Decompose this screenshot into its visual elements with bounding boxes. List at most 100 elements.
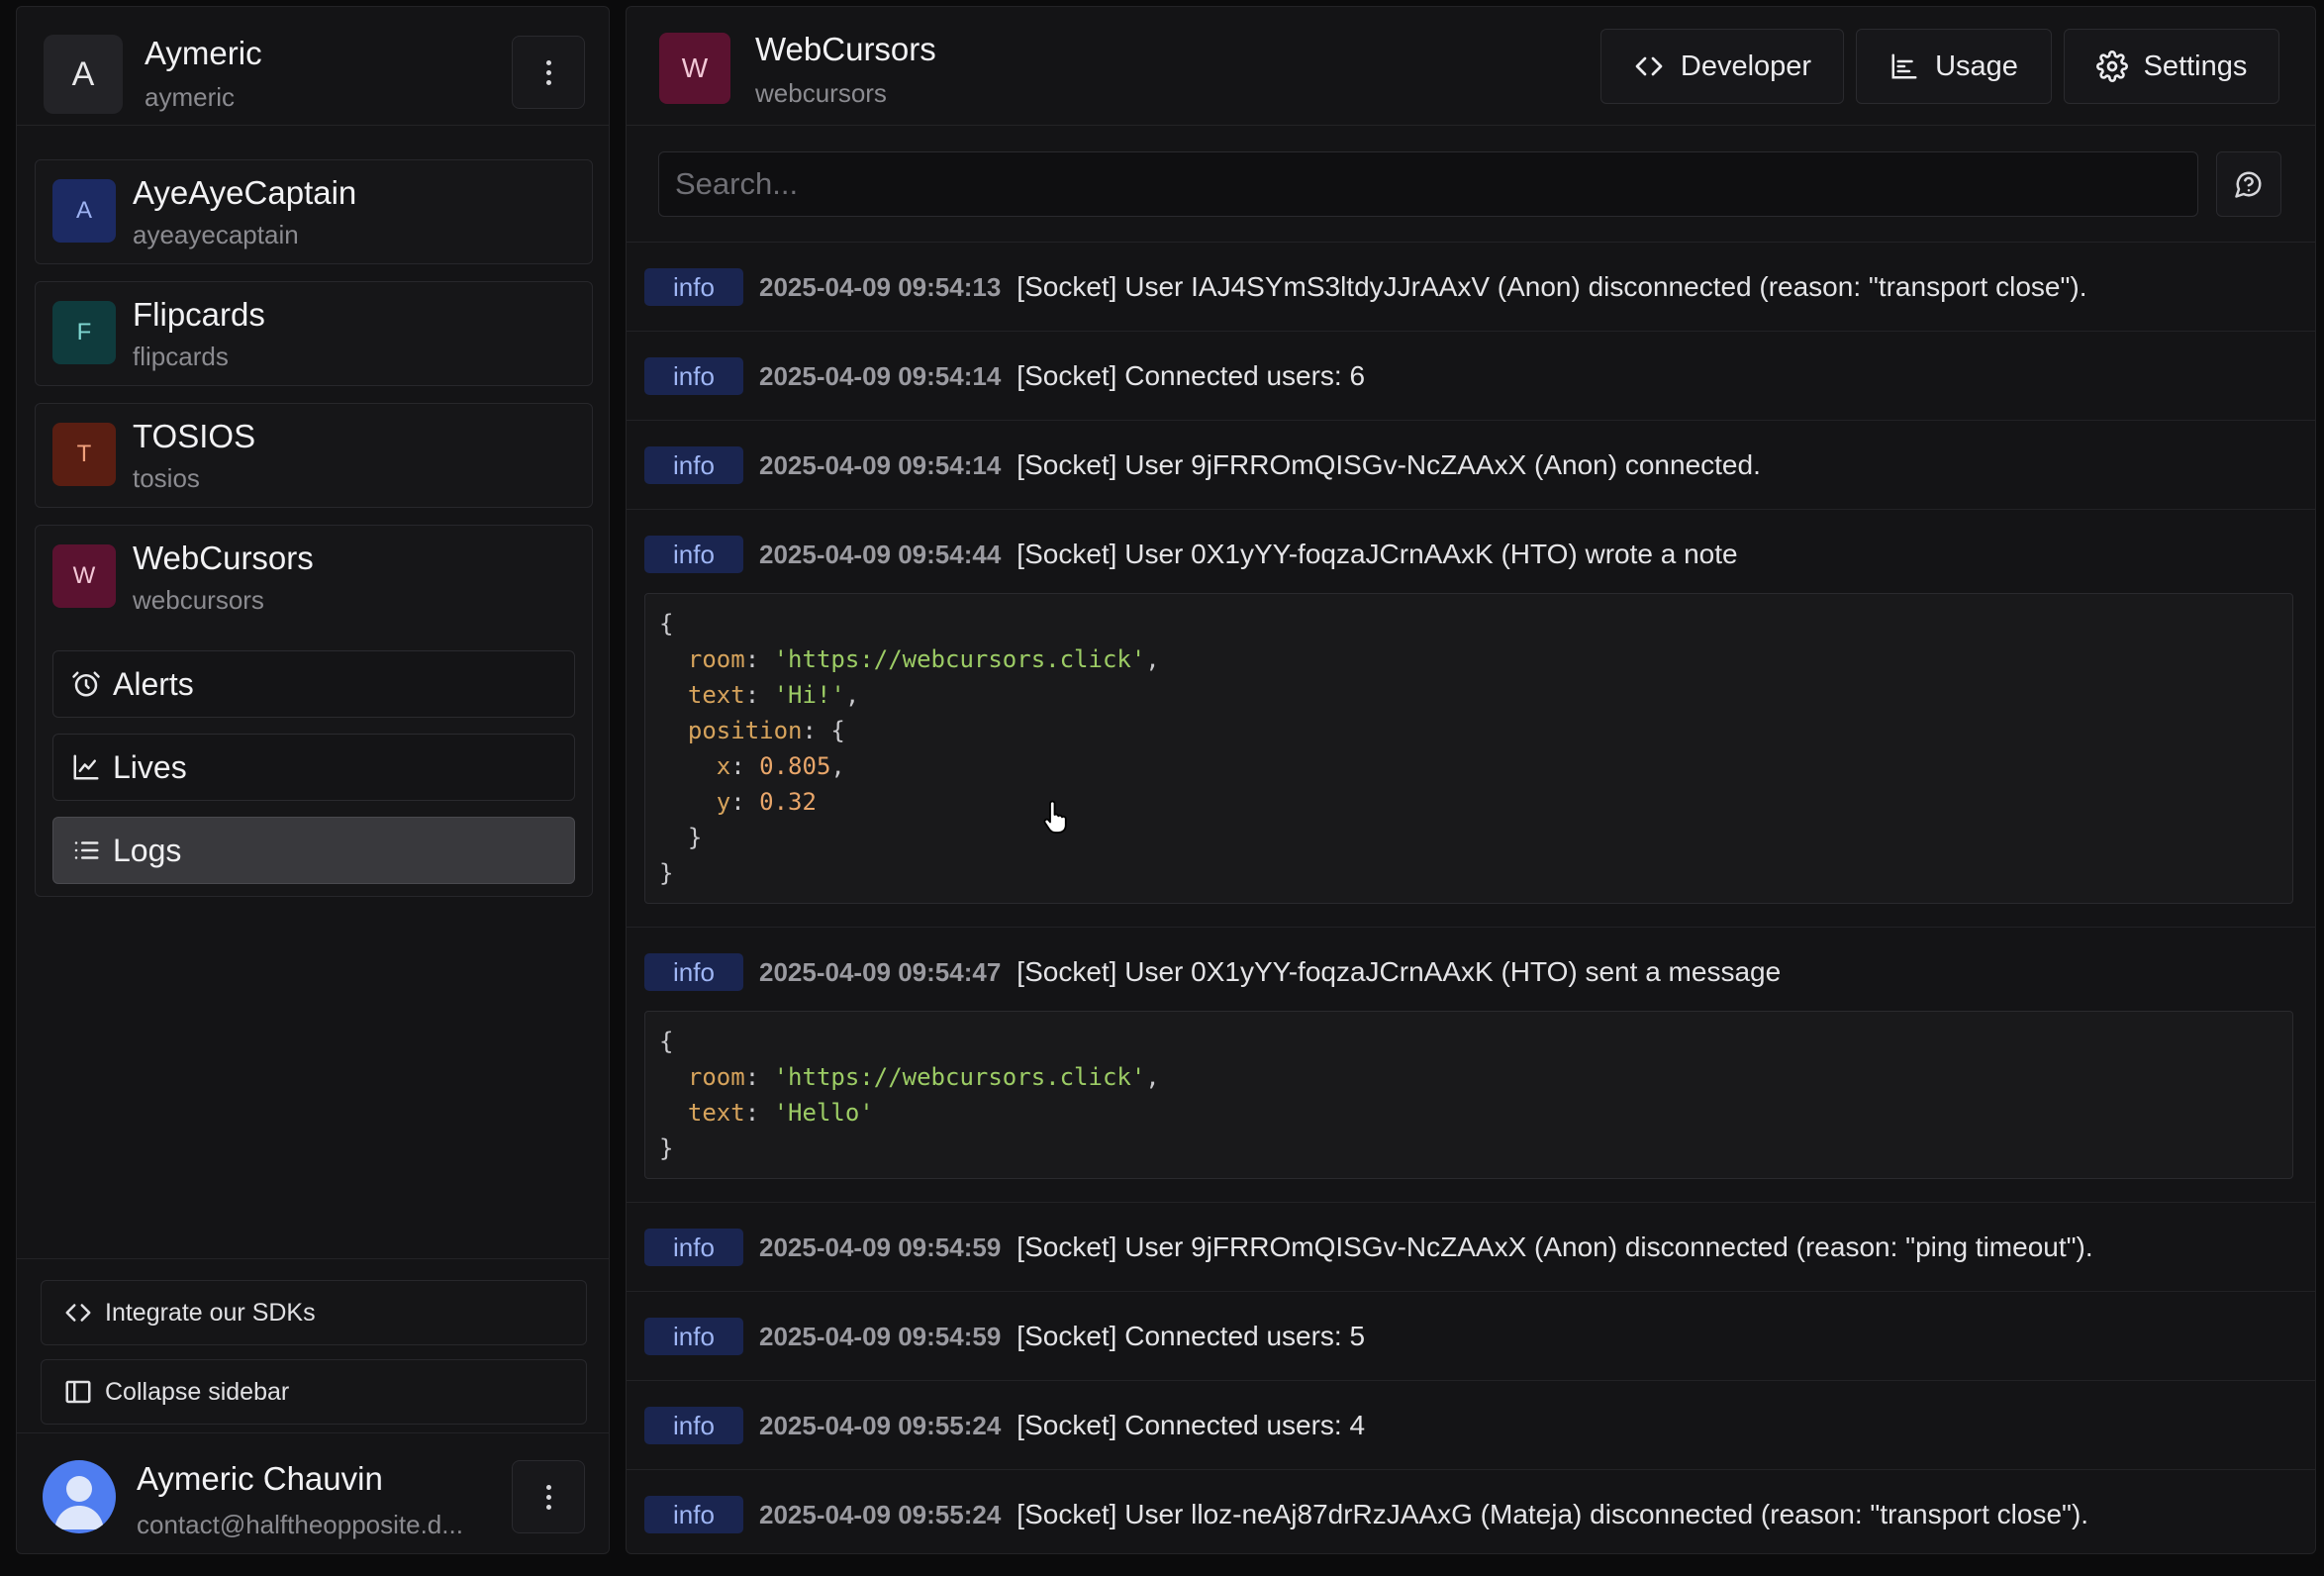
user-name: Aymeric Chauvin [137, 1460, 383, 1497]
log-message: [Socket] User 0X1yYY-foqzaJCrnAAxK (HTO)… [1017, 956, 1782, 987]
list-icon [74, 841, 99, 859]
settings-label: Settings [2143, 49, 2248, 82]
divider [17, 1432, 609, 1433]
page-title: WebCursors [755, 31, 936, 67]
log-entry: info 2025-04-09 09:54:59 [Socket] User 9… [627, 1203, 2315, 1292]
log-timestamp: 2025-04-09 09:54:14 [759, 449, 1002, 480]
developer-label: Developer [1680, 49, 1812, 82]
log-payload: { room: 'https://webcursors.click', text… [644, 593, 2293, 904]
log-message: [Socket] Connected users: 6 [1017, 360, 1366, 391]
more-vertical-icon [545, 59, 551, 85]
project-name: AyeAyeCaptain [133, 174, 357, 211]
settings-button[interactable]: Settings [2064, 29, 2279, 104]
user-menu-button[interactable] [512, 1460, 585, 1533]
account-name: Aymeric [145, 35, 262, 71]
subnav-label: Lives [113, 748, 187, 785]
project-item-webcursors: W WebCursors webcursors Alerts Lives Log… [35, 525, 593, 897]
project-avatar: W [659, 33, 730, 104]
project-handle: flipcards [133, 342, 229, 371]
project-handle: ayeayecaptain [133, 220, 299, 249]
log-message: [Socket] User lloz-neAj87drRzJAAxG (Mate… [1017, 1499, 2089, 1529]
search-input[interactable] [658, 151, 2198, 217]
log-message: [Socket] User 0X1yYY-foqzaJCrnAAxK (HTO)… [1017, 539, 1738, 569]
subnav-lives[interactable]: Lives [52, 734, 575, 801]
line-chart-icon [73, 754, 99, 780]
log-entry: info 2025-04-09 09:54:59 [Socket] Connec… [627, 1292, 2315, 1381]
log-timestamp: 2025-04-09 09:54:47 [759, 956, 1002, 987]
project-avatar: A [52, 179, 116, 243]
integrate-sdks-button[interactable]: Integrate our SDKs [41, 1280, 587, 1345]
payload-room: 'https://webcursors.click' [773, 1063, 1146, 1091]
log-level-badge: info [644, 1407, 743, 1444]
subnav-alerts[interactable]: Alerts [52, 650, 575, 718]
code-icon [65, 1304, 91, 1322]
payload-room: 'https://webcursors.click' [773, 645, 1146, 673]
collapse-sidebar-label: Collapse sidebar [105, 1377, 290, 1406]
log-entry: info 2025-04-09 09:54:44 [Socket] User 0… [627, 510, 2315, 928]
log-timestamp: 2025-04-09 09:54:59 [759, 1321, 1002, 1351]
gear-icon [2095, 50, 2128, 82]
log-level-badge: info [644, 268, 743, 306]
project-handle: webcursors [133, 585, 264, 615]
main-panel: W WebCursors webcursors Developer Usage … [626, 6, 2316, 1554]
subnav-logs[interactable]: Logs [52, 817, 575, 884]
log-timestamp: 2025-04-09 09:54:14 [759, 360, 1002, 391]
payload-text: 'Hi!' [773, 681, 845, 709]
project-avatar: T [52, 423, 116, 486]
project-item-ayeayecaptain[interactable]: A AyeAyeCaptain ayeayecaptain [35, 159, 593, 264]
log-message: [Socket] User IAJ4SYmS3ltdyJJrAAxV (Anon… [1017, 271, 2087, 302]
log-timestamp: 2025-04-09 09:54:59 [759, 1231, 1002, 1262]
project-item-flipcards[interactable]: F Flipcards flipcards [35, 281, 593, 386]
log-entry: info 2025-04-09 09:55:24 [Socket] Connec… [627, 1381, 2315, 1470]
project-avatar[interactable]: W [52, 544, 116, 608]
collapse-sidebar-button[interactable]: Collapse sidebar [41, 1359, 587, 1425]
payload-text: 'Hello' [773, 1099, 874, 1127]
subnav-label: Logs [113, 832, 182, 868]
account-handle: aymeric [145, 82, 236, 112]
developer-button[interactable]: Developer [1600, 29, 1844, 104]
log-level-badge: info [644, 536, 743, 573]
divider [17, 1258, 609, 1259]
page-subtitle: webcursors [755, 78, 887, 108]
log-entry: info 2025-04-09 09:54:14 [Socket] Connec… [627, 332, 2315, 421]
log-entry: info 2025-04-09 09:54:13 [Socket] User I… [627, 243, 2315, 332]
project-name: Flipcards [133, 296, 265, 333]
account-avatar: A [44, 35, 123, 114]
project-item-tosios[interactable]: T TOSIOS tosios [35, 403, 593, 508]
message-question-icon [2235, 171, 2262, 198]
project-name[interactable]: WebCursors [133, 540, 314, 577]
usage-label: Usage [1935, 49, 2018, 82]
project-name: TOSIOS [133, 418, 256, 454]
log-entry: info 2025-04-09 09:55:24 [Socket] User l… [627, 1470, 2315, 1553]
user-silhouette-icon [54, 1476, 104, 1529]
log-message: [Socket] User 9jFRROmQISGv-NcZAAxX (Anon… [1017, 449, 1761, 480]
log-message: [Socket] Connected users: 4 [1017, 1410, 1366, 1440]
log-payload: { room: 'https://webcursors.click', text… [644, 1011, 2293, 1179]
log-level-badge: info [644, 1318, 743, 1355]
payload-position-y: 0.32 [759, 788, 817, 816]
account-menu-button[interactable] [512, 36, 585, 109]
log-entry: info 2025-04-09 09:54:14 [Socket] User 9… [627, 421, 2315, 510]
more-vertical-icon [545, 1484, 551, 1510]
usage-button[interactable]: Usage [1856, 29, 2052, 104]
account-header: A Aymeric aymeric [17, 7, 609, 126]
log-level-badge: info [644, 953, 743, 991]
log-level-badge: info [644, 357, 743, 395]
log-level-badge: info [644, 1496, 743, 1533]
log-level-badge: info [644, 1229, 743, 1266]
user-avatar[interactable] [43, 1460, 116, 1533]
log-level-badge: info [644, 446, 743, 484]
log-timestamp: 2025-04-09 09:54:44 [759, 539, 1002, 569]
search-help-button[interactable] [2216, 151, 2281, 217]
search-bar [627, 126, 2315, 243]
project-avatar: F [52, 301, 116, 364]
code-icon [1635, 56, 1663, 76]
bar-chart-icon [1891, 53, 1917, 79]
integrate-sdks-label: Integrate our SDKs [105, 1298, 316, 1327]
log-timestamp: 2025-04-09 09:55:24 [759, 1410, 1002, 1440]
subnav-label: Alerts [113, 665, 194, 702]
log-message: [Socket] Connected users: 5 [1017, 1321, 1366, 1351]
log-timestamp: 2025-04-09 09:54:13 [759, 271, 1002, 302]
log-list: info 2025-04-09 09:54:13 [Socket] User I… [627, 243, 2315, 1553]
sidebar-panel-icon [65, 1380, 91, 1404]
